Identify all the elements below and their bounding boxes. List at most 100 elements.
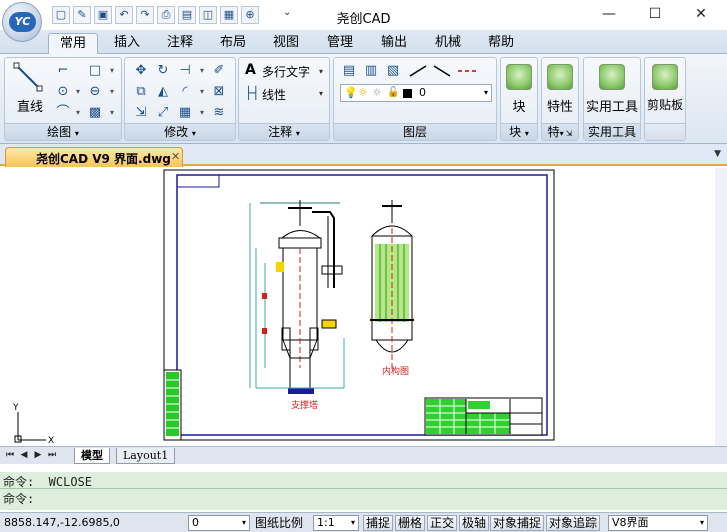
next-layout-icon[interactable]: ▶ [32,449,44,462]
command-input[interactable]: 命令: [3,490,34,506]
layer-dropdown[interactable]: 💡 ☼ ☼ 🔓 0 ▾ [340,84,492,102]
document-tab[interactable]: 尧创CAD V9 界面.dwg ✕ [5,147,183,167]
utilities-icon[interactable] [599,64,625,90]
trim-icon[interactable]: ⊣ [175,62,195,80]
annotation-group-label[interactable]: 注释 ▾ [239,123,329,140]
block-icon[interactable] [506,64,532,90]
modify-group-label[interactable]: 修改 ▾ [125,123,235,140]
layer-combo-arrow-icon[interactable]: ▾ [242,516,246,530]
fillet-dropdown-icon[interactable]: ▾ [195,83,209,101]
prev-layout-icon[interactable]: ◀ [18,449,30,462]
properties-group-label[interactable]: 特▾ ⇲ [542,123,578,140]
layer-combo[interactable]: 0 ▾ [188,515,250,531]
utilities-group-label[interactable]: 实用工具 [584,123,640,140]
layer-linetype-icon[interactable] [432,64,452,78]
drawing-canvas[interactable]: 支撑塔 内构图 Y X [0,168,727,446]
maximize-button[interactable]: ☐ [640,3,670,25]
tab-mechanical[interactable]: 机械 [425,33,471,54]
ellipse-icon[interactable]: ⊖ [85,83,105,101]
tab-model[interactable]: 模型 [74,448,110,464]
mtext-button[interactable]: 多行文字 [262,63,310,80]
object-snap-toggle[interactable]: 对象捕捉 [490,515,545,531]
trim-dropdown-icon[interactable]: ▾ [195,62,209,80]
mirror-icon[interactable]: ◭ [153,83,173,101]
utilities-button[interactable]: 实用工具 [584,96,640,115]
rectangle-dropdown-icon[interactable]: ▾ [105,62,119,80]
scale-icon[interactable]: ⤢ [153,104,173,122]
copy-icon[interactable]: ⧉ [131,83,151,101]
annotation-group: A 多行文字 ▾ ├┤ 线性 ▾ 注释 ▾ [238,57,330,141]
document-close-icon[interactable]: ✕ [171,150,180,163]
polar-toggle[interactable]: 极轴 [459,515,490,531]
layer-on-icon[interactable]: 💡 [344,86,358,99]
tab-insert[interactable]: 插入 [104,33,150,54]
scale-combo-arrow-icon[interactable]: ▾ [351,516,355,530]
tab-annotate[interactable]: 注释 [157,33,203,54]
offset-icon[interactable]: ≋ [209,104,229,122]
circle-dropdown-icon[interactable]: ▾ [71,83,85,101]
document-list-icon[interactable]: ▼ [714,149,721,159]
mtext-dropdown-icon[interactable]: ▾ [319,67,323,76]
tab-help[interactable]: 帮助 [478,33,524,54]
ortho-toggle[interactable]: 正交 [427,515,458,531]
layer-viewport-icon[interactable]: ☼ [372,86,382,99]
layer-properties-icon[interactable]: ▤ [339,62,359,80]
layer-dash-icon[interactable] [456,66,480,76]
layer-line-icon[interactable] [408,64,428,78]
move-icon[interactable]: ✥ [131,62,151,80]
tab-view[interactable]: 视图 [263,33,309,54]
linear-dropdown-icon[interactable]: ▾ [319,89,323,98]
linear-dim-button[interactable]: 线性 [262,86,286,103]
array-icon[interactable]: ▦ [175,104,195,122]
draw-group: 直线 ⌐ ⊙ ⌒ ▾ ▾ □ ⊖ ▩ ▾ ▾ ▾ 绘图 ▾ [4,57,122,141]
tab-home[interactable]: 常用 [48,33,98,54]
block-button[interactable]: 块 [501,96,537,115]
ellipse-dropdown-icon[interactable]: ▾ [105,83,119,101]
layer-state-icon[interactable]: ▥ [361,62,381,80]
clipboard-icon[interactable] [652,64,678,90]
tab-output[interactable]: 输出 [371,33,417,54]
command-history-line: 命令: _WCLOSE [3,475,93,489]
explode-icon[interactable]: ⊠ [209,83,229,101]
object-tracking-toggle[interactable]: 对象追踪 [546,515,601,531]
clipboard-group: 剪贴板 [644,57,686,141]
stretch-icon[interactable]: ⇲ [131,104,151,122]
fillet-icon[interactable]: ◜ [175,83,195,101]
layers-group-label[interactable]: 图层 [334,123,496,140]
tab-layout1[interactable]: Layout1 [116,448,176,464]
grid-toggle[interactable]: 栅格 [395,515,426,531]
app-menu-button[interactable]: YC [2,2,42,42]
rotate-icon[interactable]: ↻ [153,62,173,80]
tab-manage[interactable]: 管理 [317,33,363,54]
first-layout-icon[interactable]: ⏮ [4,449,16,462]
array-dropdown-icon[interactable]: ▾ [195,104,209,122]
arc-dropdown-icon[interactable]: ▾ [71,104,85,122]
rectangle-icon[interactable]: □ [85,62,105,80]
properties-icon[interactable] [547,64,573,90]
erase-icon[interactable]: ✐ [209,62,229,80]
snap-toggle[interactable]: 捕捉 [363,515,394,531]
tab-layout[interactable]: 布局 [210,33,256,54]
circle-icon[interactable]: ⊙ [53,83,73,101]
layer-match-icon[interactable]: ▧ [383,62,403,80]
layer-lock-icon[interactable]: 🔓 [387,87,399,98]
polyline-icon[interactable]: ⌐ [53,62,73,80]
hatch-icon[interactable]: ▩ [85,104,105,122]
last-layout-icon[interactable]: ⏭ [46,449,58,462]
clipboard-button[interactable]: 剪贴板 [645,96,685,113]
vertical-scrollbar[interactable] [715,168,727,446]
layer-freeze-icon[interactable]: ☼ [358,86,368,99]
block-group-label[interactable]: 块 ▾ [501,123,537,140]
close-button[interactable]: ✕ [686,3,716,25]
draw-group-label[interactable]: 绘图 ▾ [5,123,121,140]
line-button[interactable]: 直线 [17,96,43,115]
minimize-button[interactable]: — [594,3,624,25]
workspace-combo[interactable]: V8界面 ▾ [608,515,708,531]
command-window[interactable]: 命令: _WCLOSE 命令: [0,472,727,510]
scale-combo[interactable]: 1:1 ▾ [313,515,359,531]
layer-dropdown-arrow-icon[interactable]: ▾ [484,88,488,97]
workspace-combo-arrow-icon[interactable]: ▾ [700,516,704,530]
arc-icon[interactable]: ⌒ [53,104,73,122]
hatch-dropdown-icon[interactable]: ▾ [105,104,119,122]
properties-button[interactable]: 特性 [542,96,578,115]
